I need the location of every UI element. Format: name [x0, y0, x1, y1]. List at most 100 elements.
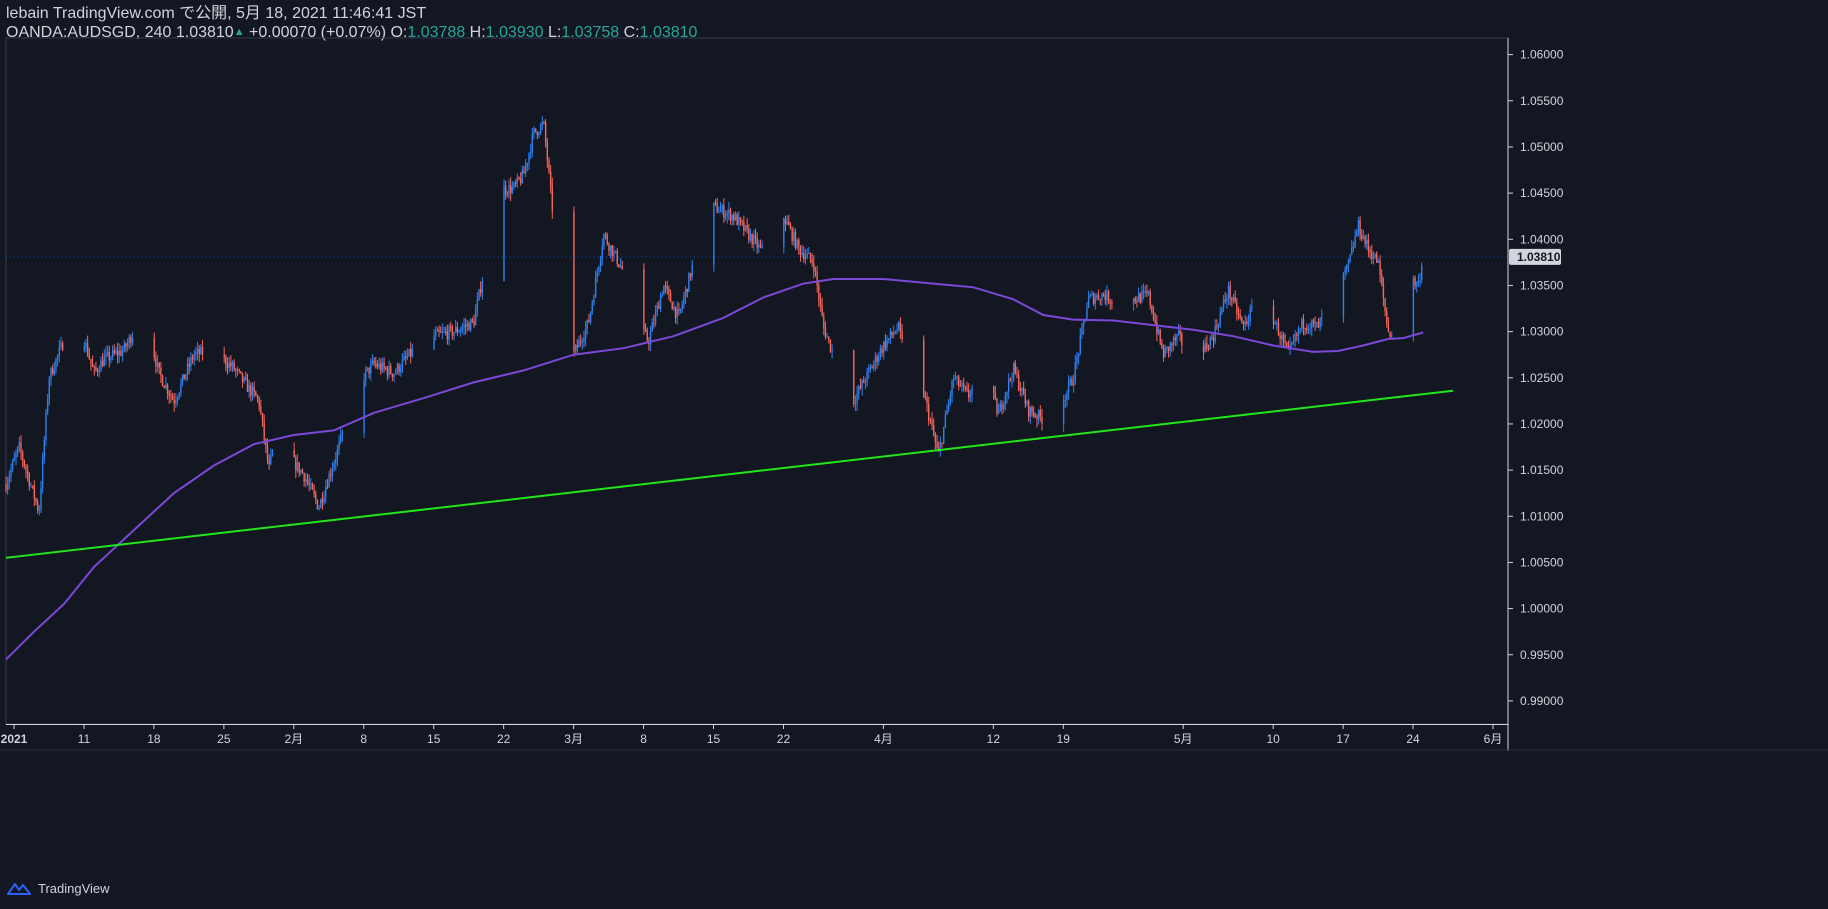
candle-up [190, 357, 192, 367]
candle-up [10, 469, 12, 477]
candle-down [1369, 249, 1371, 253]
candle-down [1384, 298, 1386, 312]
price-tick-label: 0.99500 [1520, 648, 1564, 662]
candle-up [516, 177, 519, 184]
footer-brand[interactable]: TradingView [6, 880, 110, 896]
candle-down [646, 331, 648, 341]
candle-down [729, 209, 732, 221]
candle-down [1104, 295, 1106, 301]
candle-up [1026, 401, 1028, 404]
candle-up [1362, 236, 1365, 239]
candle-up [43, 440, 46, 458]
time-tick-label: 8 [360, 732, 367, 746]
candle-down [130, 336, 132, 344]
candle-up [123, 343, 125, 351]
candle-up [584, 328, 587, 339]
candle-down [1286, 342, 1288, 347]
candle-up [574, 345, 577, 352]
price-tick-label: 1.00000 [1520, 602, 1564, 616]
candle-up [679, 308, 682, 311]
candle-up [1089, 295, 1091, 297]
candle-up [1311, 320, 1313, 329]
candle-up [1251, 306, 1253, 309]
candle-up [944, 414, 947, 428]
candle-down [1149, 291, 1151, 306]
candle-up [105, 353, 107, 357]
candle-down [686, 288, 688, 293]
candle-down [518, 177, 520, 180]
candle-down [125, 343, 127, 348]
candle-down [1302, 319, 1305, 328]
candle-up [1209, 337, 1211, 350]
time-tick-label: 22 [497, 732, 511, 746]
candle-down [664, 285, 667, 287]
candle-up [243, 377, 245, 382]
candle-up [1352, 247, 1355, 249]
candle-down [173, 399, 175, 404]
candle-up [13, 457, 16, 461]
candle-down [21, 452, 24, 461]
candle-up [1002, 404, 1005, 410]
candle-up [45, 412, 47, 441]
candle-up [323, 496, 325, 503]
candle-up [898, 322, 900, 330]
candle-down [1152, 312, 1155, 321]
candle-up [1141, 291, 1143, 303]
candle-down [606, 235, 608, 244]
candle-up [533, 128, 535, 134]
candle-up [200, 346, 202, 355]
candle-up [186, 363, 189, 375]
candle-down [390, 366, 392, 374]
candle-down [1162, 347, 1165, 358]
candle-up [228, 362, 230, 368]
price-tick-label: 1.00500 [1520, 555, 1564, 569]
candle-up [609, 245, 612, 251]
candle-down [5, 483, 7, 491]
candle-down [25, 466, 27, 471]
candle-down [891, 331, 893, 335]
candle-up [1249, 308, 1251, 322]
candle-up [713, 202, 715, 266]
time-tick-label: 4月 [874, 732, 893, 746]
candle-down [1167, 346, 1170, 351]
candle-down [451, 326, 454, 336]
candle-up [433, 335, 435, 349]
candle-down [253, 387, 255, 392]
candle-down [31, 485, 34, 487]
candle-up [100, 360, 102, 372]
candle-up [1069, 379, 1071, 383]
candle-down [471, 319, 474, 321]
candle-up [476, 299, 479, 311]
candle-up [718, 212, 720, 214]
candle-down [823, 315, 825, 328]
candle-up [435, 331, 437, 336]
candle-down [1016, 373, 1018, 375]
candle-up [178, 392, 180, 398]
candlestick-chart[interactable]: 1.06000 1.05500 1.05000 1.04500 1.04000 1.035… [0, 0, 1828, 909]
candle-down [383, 362, 385, 368]
candle-up [459, 330, 462, 332]
candle-down [579, 340, 582, 343]
candle-down [473, 320, 475, 326]
candle-down [828, 336, 830, 340]
candle-down [1032, 412, 1035, 416]
candle-up [131, 337, 134, 344]
candle-up [541, 122, 544, 125]
candle-up [598, 266, 600, 273]
candle-down [669, 292, 672, 303]
candle-up [894, 332, 897, 334]
candle-up [406, 356, 409, 358]
candle-up [1204, 343, 1206, 352]
candle-down [1181, 333, 1183, 346]
candle-down [1161, 342, 1163, 348]
candle-down [96, 369, 99, 372]
candle-up [654, 311, 657, 324]
candle-up [728, 209, 730, 214]
candle-up [271, 450, 274, 456]
candle-down [1379, 260, 1381, 275]
candle-up [879, 348, 882, 358]
candle-up [175, 400, 177, 404]
candle-up [1316, 322, 1318, 324]
candle-up [808, 253, 810, 255]
candle-down [811, 259, 813, 264]
